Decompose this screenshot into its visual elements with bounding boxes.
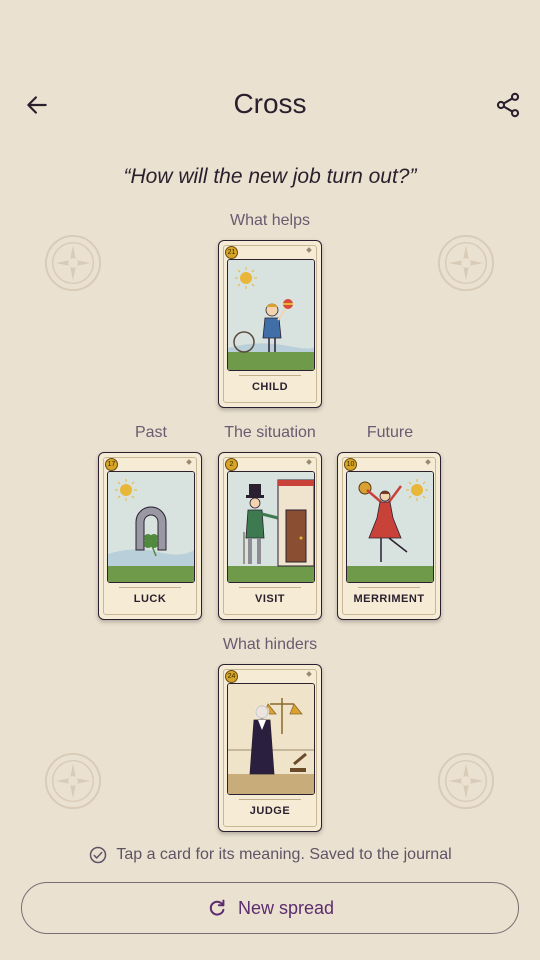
top-bar: Cross bbox=[0, 80, 540, 130]
hint-text: Tap a card for its meaning. Saved to the… bbox=[116, 846, 452, 863]
new-spread-button[interactable]: New spread bbox=[21, 882, 519, 934]
card-name: VISIT bbox=[254, 593, 285, 605]
merriment-illustration bbox=[346, 471, 434, 583]
card-judge[interactable]: 24 JUDGE bbox=[218, 664, 322, 832]
card-name: JUDGE bbox=[249, 805, 291, 817]
position-label-future: Future bbox=[366, 424, 414, 441]
luck-illustration bbox=[107, 471, 195, 583]
card-visit[interactable]: 2 VISIT bbox=[218, 452, 322, 620]
check-circle-icon bbox=[90, 846, 107, 864]
page-title: Cross bbox=[233, 88, 307, 119]
spread-question: “How will the new job turn out?” bbox=[123, 165, 417, 188]
compass-rose-icon bbox=[437, 234, 495, 292]
position-label-what-hinders: What hinders bbox=[222, 636, 318, 653]
share-icon bbox=[496, 92, 520, 118]
position-label-what-helps: What helps bbox=[229, 212, 311, 229]
position-label-situation: The situation bbox=[224, 424, 316, 441]
compass-rose-icon bbox=[44, 234, 102, 292]
card-number: 10 bbox=[344, 458, 357, 471]
card-number: 2 bbox=[225, 458, 238, 471]
judge-illustration bbox=[227, 683, 315, 795]
child-illustration bbox=[227, 259, 315, 371]
compass-rose-icon bbox=[44, 752, 102, 810]
card-name: MERRIMENT bbox=[353, 593, 425, 605]
card-number: 17 bbox=[105, 458, 118, 471]
card-merriment[interactable]: 10 MERRIMENT bbox=[337, 452, 441, 620]
card-name: LUCK bbox=[133, 593, 167, 605]
card-number: 21 bbox=[225, 246, 238, 259]
visit-illustration bbox=[227, 471, 315, 583]
new-spread-label: New spread bbox=[237, 897, 335, 918]
compass-rose-icon bbox=[437, 752, 495, 810]
card-name: CHILD bbox=[251, 381, 289, 393]
card-luck[interactable]: 17 LUCK bbox=[98, 452, 202, 620]
hint-row: Tap a card for its meaning. Saved to the… bbox=[0, 845, 540, 865]
refresh-icon bbox=[209, 899, 225, 916]
share-button[interactable] bbox=[488, 85, 528, 125]
card-child[interactable]: 21 CHILD bbox=[218, 240, 322, 408]
card-number: 24 bbox=[225, 670, 238, 683]
